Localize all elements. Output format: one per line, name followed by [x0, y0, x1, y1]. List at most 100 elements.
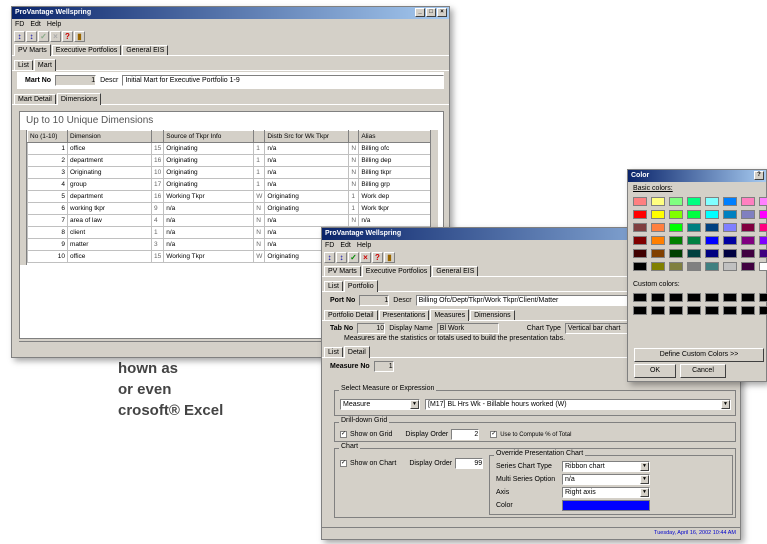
tab-executive-portfolios[interactable]: Executive Portfolios	[51, 45, 122, 55]
table-cell[interactable]: 1	[348, 190, 360, 203]
table-cell[interactable]: n/a	[264, 166, 350, 179]
table-cell[interactable]: Work dep	[358, 190, 432, 203]
table-cell[interactable]: Working Tkpr	[163, 250, 255, 263]
table-cell[interactable]: office	[67, 250, 152, 263]
table-cell[interactable]: Originating	[163, 154, 255, 167]
col-alias[interactable]: Alias	[358, 130, 432, 143]
table-cell[interactable]: 7	[27, 214, 68, 227]
measure-no-field[interactable]: 1	[373, 360, 394, 372]
define-custom-colors-button[interactable]: Define Custom Colors >>	[634, 348, 764, 362]
color-swatch[interactable]	[759, 210, 767, 219]
tab-list[interactable]: List	[324, 281, 343, 291]
tab-pv-marts[interactable]: PV Marts	[324, 266, 361, 276]
table-cell[interactable]: Billing tkpr	[358, 166, 432, 179]
show-on-grid-checkbox[interactable]: ✓	[340, 431, 347, 438]
color-swatch[interactable]	[723, 210, 737, 219]
table-cell[interactable]: 5	[27, 190, 68, 203]
descr-field[interactable]: Initial Mart for Executive Portfolio 1-9	[122, 75, 444, 86]
table-cell[interactable]: 1	[253, 154, 266, 167]
table-row[interactable]: 5 department 16 Working Tkpr W Originating 1 Wo…	[27, 190, 432, 203]
table-cell[interactable]: area of law	[67, 214, 152, 227]
tab-portfolio-detail[interactable]: Portfolio Detail	[324, 310, 378, 320]
tab-presentations[interactable]: Presentations	[378, 310, 430, 320]
table-cell[interactable]: matter	[67, 238, 152, 251]
custom-color-swatch[interactable]	[723, 306, 737, 315]
color-swatch[interactable]	[723, 262, 737, 271]
table-cell[interactable]: 1	[348, 202, 360, 215]
color-swatch[interactable]	[705, 236, 719, 245]
multi-series-select[interactable]: n/a ▼	[562, 474, 650, 485]
tab-dimensions[interactable]: Dimensions	[56, 93, 102, 105]
menu-file[interactable]: FD	[15, 21, 24, 28]
table-cell[interactable]: 1	[253, 166, 266, 179]
use-total-checkbox[interactable]: ✓	[490, 431, 498, 438]
table-cell[interactable]: Work tkpr	[358, 202, 432, 215]
custom-color-swatch[interactable]	[633, 306, 647, 315]
table-cell[interactable]: Working Tkpr	[163, 190, 255, 203]
table-cell[interactable]: Billing grp	[358, 178, 432, 191]
custom-color-swatch[interactable]	[705, 293, 719, 302]
sort-asc-icon[interactable]: ↕	[324, 251, 335, 263]
table-cell[interactable]: n/a	[264, 214, 350, 227]
table-cell[interactable]: N	[348, 214, 360, 227]
custom-color-swatch[interactable]	[651, 306, 665, 315]
color-swatch[interactable]	[687, 210, 701, 219]
table-cell[interactable]: N	[348, 166, 360, 179]
custom-color-swatch[interactable]	[723, 293, 737, 302]
table-cell[interactable]: group	[67, 178, 152, 191]
help-icon[interactable]: ?	[372, 251, 383, 263]
ok-button[interactable]: OK	[634, 364, 676, 378]
menu-help[interactable]: Help	[47, 21, 61, 28]
tab-pv-marts[interactable]: PV Marts	[14, 44, 51, 56]
color-swatch[interactable]	[741, 249, 755, 258]
table-cell[interactable]: W	[253, 190, 266, 203]
mart-no-field[interactable]: 1	[55, 75, 97, 86]
series-chart-type-select[interactable]: Ribbon chart ▼	[562, 461, 650, 472]
table-cell[interactable]: Originating	[264, 202, 350, 215]
table-cell[interactable]: 4	[150, 214, 165, 227]
check-icon[interactable]: ✓	[38, 30, 49, 42]
table-cell[interactable]: department	[67, 154, 152, 167]
table-cell[interactable]: Originating	[264, 190, 350, 203]
custom-color-swatch[interactable]	[651, 293, 665, 302]
port-no-field[interactable]: 1	[359, 294, 390, 306]
tab-dimensions[interactable]: Dimensions	[470, 310, 515, 320]
color-swatch[interactable]	[687, 262, 701, 271]
color-swatch[interactable]	[669, 210, 683, 219]
color-swatch[interactable]	[669, 262, 683, 271]
table-cell[interactable]: N	[253, 238, 266, 251]
tab-general-eis[interactable]: General EIS	[432, 266, 479, 276]
minimize-icon[interactable]: _	[415, 8, 425, 17]
table-cell[interactable]: n/a	[163, 226, 255, 239]
measure-type-select[interactable]: Measure ▼	[340, 399, 420, 410]
expression-select[interactable]: [M17] BL Hrs Wk - Billable hours worked …	[425, 399, 731, 410]
color-swatch[interactable]	[741, 236, 755, 245]
table-row[interactable]: 6 working tkpr 9 n/a N Originating 1 Work tkpr	[27, 202, 432, 215]
table-cell[interactable]: 8	[27, 226, 68, 239]
menu-file[interactable]: FD	[325, 242, 334, 249]
exit-icon[interactable]: ▮	[74, 30, 85, 42]
table-cell[interactable]: n/a	[264, 178, 350, 191]
color-swatch[interactable]	[705, 210, 719, 219]
tab-list[interactable]: List	[324, 347, 343, 357]
table-cell[interactable]: 3	[27, 166, 68, 179]
table-row[interactable]: 7 area of law 4 n/a Nn/a Nn/a	[27, 214, 432, 227]
color-swatch[interactable]	[687, 197, 701, 206]
menu-edit[interactable]: Edt	[30, 21, 41, 28]
color-swatch[interactable]	[633, 236, 647, 245]
color-swatch[interactable]	[741, 210, 755, 219]
show-on-chart-checkbox[interactable]: ✓	[340, 460, 347, 467]
color-swatch[interactable]	[687, 249, 701, 258]
color-swatch[interactable]	[687, 223, 701, 232]
table-cell[interactable]: 10	[27, 250, 68, 263]
tab-no-field[interactable]: 10	[357, 322, 386, 334]
color-swatch[interactable]	[759, 236, 767, 245]
table-cell[interactable]: Originating	[67, 166, 152, 179]
color-swatch[interactable]	[633, 197, 647, 206]
chart-display-order-field[interactable]: 99	[455, 458, 484, 469]
custom-color-swatch[interactable]	[741, 293, 755, 302]
help-icon[interactable]: ?	[62, 30, 73, 42]
color-swatch[interactable]	[759, 249, 767, 258]
custom-color-swatch[interactable]	[705, 306, 719, 315]
menu-help[interactable]: Help	[357, 242, 371, 249]
